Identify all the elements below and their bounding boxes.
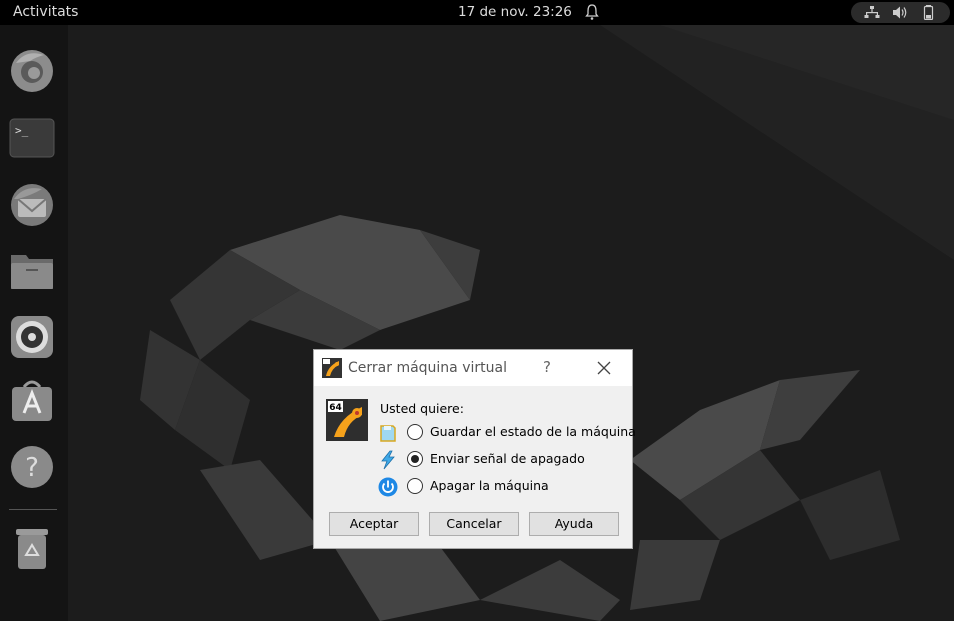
option-label: Enviar señal de apagado (430, 451, 585, 466)
save-state-icon (380, 425, 396, 442)
bell-icon[interactable] (584, 3, 600, 21)
acpi-shutdown-icon (381, 450, 395, 470)
option-label: Guardar el estado de la máquina (430, 424, 636, 439)
cancel-button[interactable]: Cancelar (429, 512, 519, 536)
clock-button[interactable]: 17 de nov. 23:26 (458, 4, 572, 20)
thunderbird-icon[interactable] (8, 181, 56, 229)
close-icon[interactable] (591, 356, 617, 380)
top-bar: Activitats 17 de nov. 23:26 (0, 0, 954, 25)
help-icon[interactable]: ? (8, 443, 56, 491)
radio-acpi-shutdown[interactable] (407, 451, 423, 467)
dialog-titlebar[interactable]: Cerrar máquina virtual ? (314, 350, 632, 386)
option-acpi-shutdown[interactable]: Enviar señal de apagado (378, 448, 628, 472)
firefox-icon[interactable] (8, 47, 56, 95)
app-center-icon[interactable] (8, 377, 56, 425)
option-label: Apagar la máquina (430, 478, 549, 493)
arch-badge: 64 (329, 403, 342, 413)
radio-power-off[interactable] (407, 478, 423, 494)
dock: >_ ? (0, 25, 68, 621)
radio-save-state[interactable] (407, 424, 423, 440)
power-off-icon (378, 477, 398, 497)
battery-icon (923, 5, 934, 20)
dock-separator (9, 509, 57, 510)
volume-icon (893, 6, 907, 19)
virtualbox-icon (322, 358, 342, 378)
svg-text:?: ? (25, 453, 39, 483)
terminal-icon[interactable]: >_ (8, 115, 56, 163)
system-tray[interactable] (851, 2, 950, 23)
close-vm-dialog: Cerrar máquina virtual ? 64 Usted quiere… (313, 349, 636, 549)
dialog-help-button[interactable]: ? (536, 358, 558, 378)
files-icon[interactable] (8, 247, 56, 295)
trash-icon[interactable] (8, 525, 56, 573)
rhythmbox-icon[interactable] (8, 313, 56, 361)
terminal-prompt: >_ (15, 124, 29, 137)
option-power-off[interactable]: Apagar la máquina (378, 475, 628, 499)
dialog-title: Cerrar máquina virtual (348, 360, 507, 376)
option-save-state[interactable]: Guardar el estado de la máquina (378, 421, 636, 445)
virtualbox-logo-icon: 64 (326, 399, 368, 441)
ok-button[interactable]: Aceptar (329, 512, 419, 536)
dialog-prompt: Usted quiere: (380, 401, 464, 416)
activities-button[interactable]: Activitats (13, 4, 78, 20)
network-icon (864, 6, 880, 18)
help-button[interactable]: Ayuda (529, 512, 619, 536)
